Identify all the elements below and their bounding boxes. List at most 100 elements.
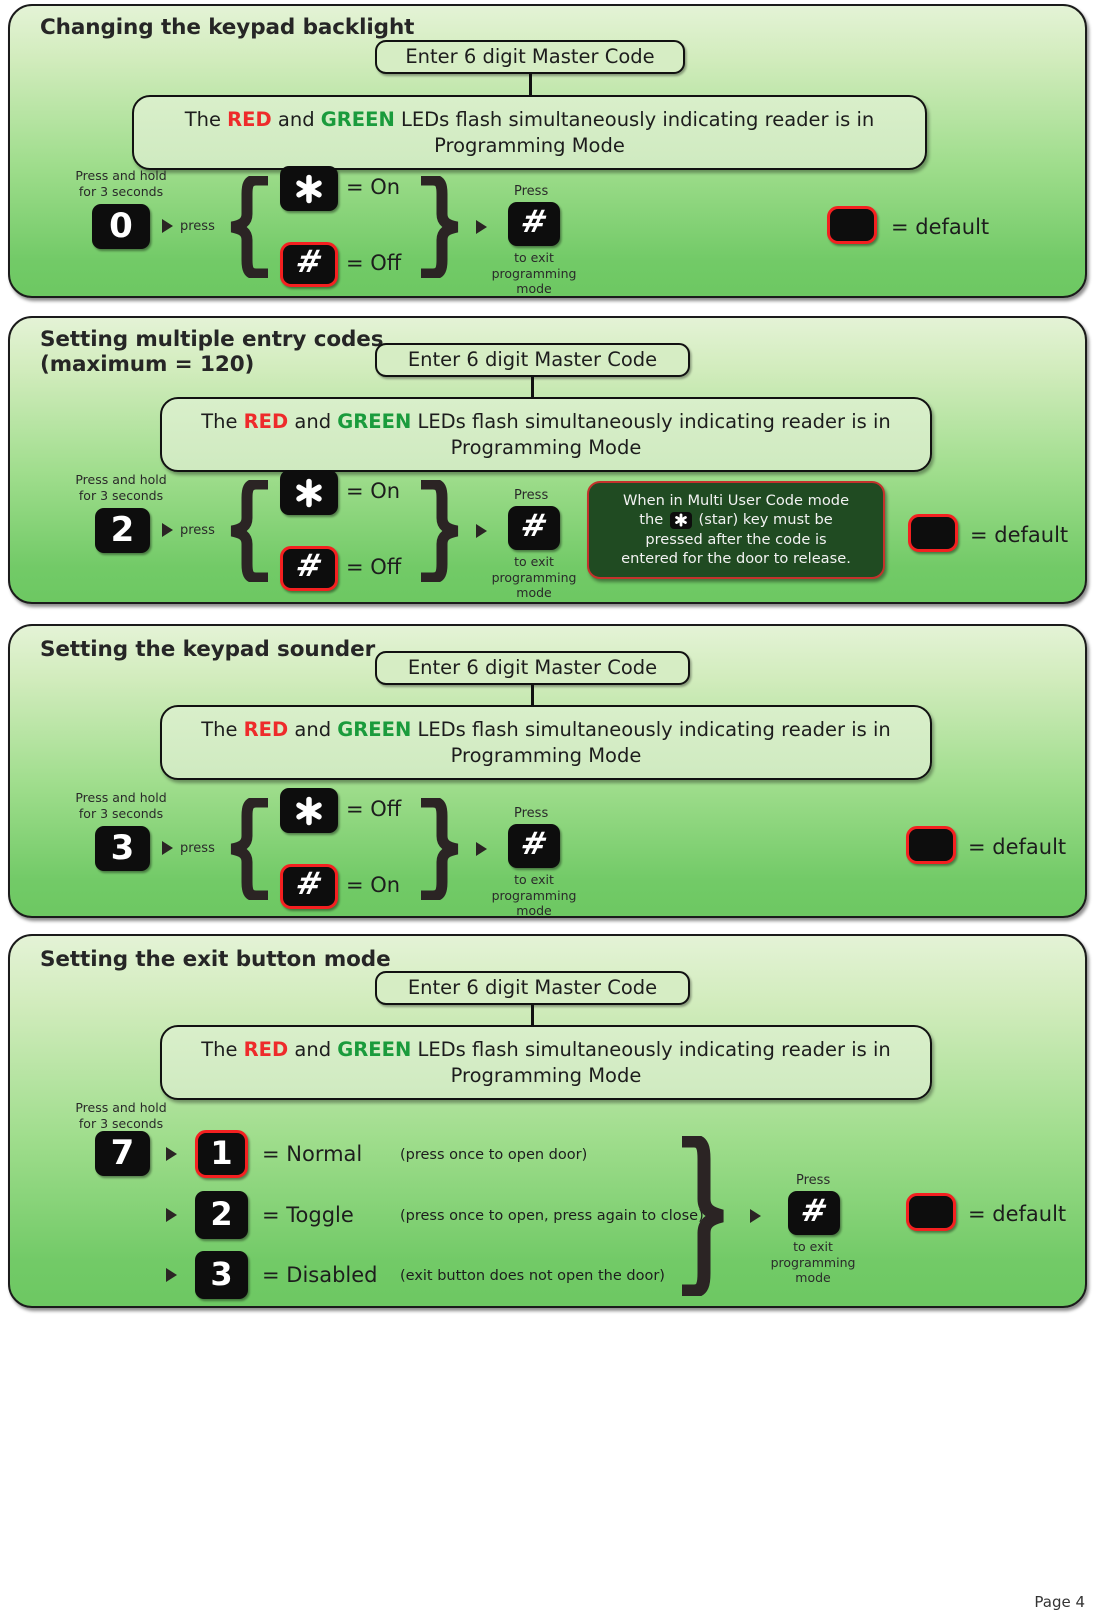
led-text-after: LEDs flash simultaneously indicating rea… (394, 108, 875, 157)
press-word-label: Press (514, 488, 549, 503)
section-panel-multiple-entry-codes: Setting multiple entry codes (maximum = … (8, 316, 1087, 604)
page-number: Page 4 (1034, 1593, 1085, 1611)
section-title: Setting multiple entry codes (maximum = … (40, 327, 384, 378)
led-text-green: GREEN (337, 718, 412, 741)
led-text-between: and (288, 718, 338, 741)
exit-instruction-label: to exit programming mode (491, 250, 577, 297)
led-text-green: GREEN (320, 108, 395, 131)
section-title: Setting the exit button mode (40, 947, 391, 972)
option-label-2-1: = On (346, 873, 401, 897)
press-hold-label: Press and hold for 3 seconds (75, 790, 167, 821)
option-key-hash[interactable]: # (280, 546, 338, 591)
led-text-green: GREEN (337, 1038, 412, 1061)
option-key-star[interactable] (280, 788, 338, 833)
exit-key-hash[interactable]: # (508, 824, 560, 868)
master-code-box: Enter 6 digit Master Code (375, 343, 690, 377)
star-glyph-icon (675, 513, 687, 527)
star-icon (296, 796, 322, 825)
led-status-box: The RED and GREEN LEDs flash simultaneou… (132, 95, 927, 170)
option-label-3-1: = Toggle (262, 1203, 354, 1227)
exit-key-hash[interactable]: # (508, 202, 560, 246)
press-label: press (180, 523, 215, 538)
led-text-after: LEDs flash simultaneously indicating rea… (411, 1038, 891, 1087)
press-hold-label: Press and hold for 3 seconds (75, 168, 167, 199)
default-key-swatch (906, 1193, 956, 1231)
led-text-before: The (201, 1038, 244, 1061)
led-text-between: and (288, 410, 338, 433)
led-text-between: and (271, 108, 321, 131)
option-key-hash[interactable]: # (280, 242, 338, 287)
connector-line (531, 685, 534, 706)
led-text-red: RED (227, 108, 272, 131)
section-title: Setting the keypad sounder (40, 637, 376, 662)
connector-line (531, 1005, 534, 1026)
option-label-3-2: = Disabled (262, 1263, 378, 1287)
arrow-icon (476, 220, 487, 234)
exit-key-hash[interactable]: # (508, 506, 560, 550)
note-line-1: When in Multi User Code mode (622, 492, 850, 509)
option-key-star[interactable] (280, 166, 338, 211)
press-word-label: Press (514, 184, 549, 199)
led-status-box: The RED and GREEN LEDs flash simultaneou… (160, 705, 932, 780)
default-label: = default (968, 1202, 1067, 1226)
connector-line (531, 377, 534, 398)
arrow-icon (476, 524, 487, 538)
right-brace-icon (421, 480, 459, 582)
arrow-icon (166, 1268, 177, 1282)
led-status-box: The RED and GREEN LEDs flash simultaneou… (160, 397, 932, 472)
document-page: Changing the keypad backlight Enter 6 di… (0, 0, 1095, 1617)
star-icon (296, 478, 322, 507)
note-line-2: the (star) key must be (599, 510, 873, 529)
default-label: = default (968, 835, 1067, 859)
star-icon (669, 511, 692, 529)
note-line-4: entered for the door to release. (621, 550, 851, 568)
arrow-icon (166, 1208, 177, 1222)
exit-instruction-label: to exit programming mode (491, 554, 577, 601)
press-word-label: Press (796, 1173, 831, 1188)
led-text-red: RED (243, 718, 289, 741)
led-text-red: RED (243, 1038, 289, 1061)
master-code-box: Enter 6 digit Master Code (375, 971, 690, 1005)
left-brace-icon (230, 798, 268, 900)
entry-key-3[interactable]: 3 (95, 826, 150, 871)
press-label: press (180, 841, 215, 856)
option-note-3-1: (press once to open, press again to clos… (400, 1208, 704, 1224)
entry-key-2[interactable]: 2 (95, 508, 150, 553)
option-key-hash[interactable]: # (280, 864, 338, 909)
left-brace-icon (230, 480, 268, 582)
left-brace-icon (230, 176, 268, 278)
default-key-swatch (827, 206, 877, 244)
led-status-box: The RED and GREEN LEDs flash simultaneou… (160, 1025, 932, 1100)
note-line-3: pressed after the code is (645, 530, 827, 548)
press-hold-label: Press and hold for 3 seconds (75, 1100, 167, 1131)
option-note-3-2: (exit button does not open the door) (400, 1268, 665, 1284)
led-text-after: LEDs flash simultaneously indicating rea… (411, 410, 891, 459)
connector-line (529, 74, 532, 95)
option-key-2[interactable]: 2 (195, 1191, 248, 1239)
note-line-2-b: (star) key must be (698, 511, 833, 529)
led-text-red: RED (243, 410, 289, 433)
entry-key-0[interactable]: 0 (92, 204, 150, 249)
option-label-0-0: = On (346, 175, 401, 199)
option-key-3[interactable]: 3 (195, 1251, 248, 1299)
arrow-icon (162, 523, 173, 537)
section-panel-keypad-backlight: Changing the keypad backlight Enter 6 di… (8, 4, 1087, 298)
option-key-1[interactable]: 1 (195, 1130, 248, 1178)
note-line-2-a: the (639, 511, 664, 529)
option-key-star[interactable] (280, 470, 338, 515)
entry-key-7[interactable]: 7 (95, 1131, 150, 1176)
led-text-green: GREEN (337, 410, 412, 433)
exit-key-hash[interactable]: # (788, 1191, 840, 1235)
default-label: = default (891, 215, 990, 239)
default-key-swatch (908, 514, 958, 552)
arrow-icon (750, 1209, 761, 1223)
right-brace-icon (421, 798, 459, 900)
led-text-before: The (201, 718, 244, 741)
led-text-before: The (184, 108, 228, 131)
led-text-before: The (201, 410, 244, 433)
arrow-icon (476, 842, 487, 856)
option-note-3-0: (press once to open door) (400, 1147, 588, 1163)
star-icon (296, 174, 322, 203)
press-word-label: Press (514, 806, 549, 821)
section-title: Changing the keypad backlight (40, 15, 415, 40)
